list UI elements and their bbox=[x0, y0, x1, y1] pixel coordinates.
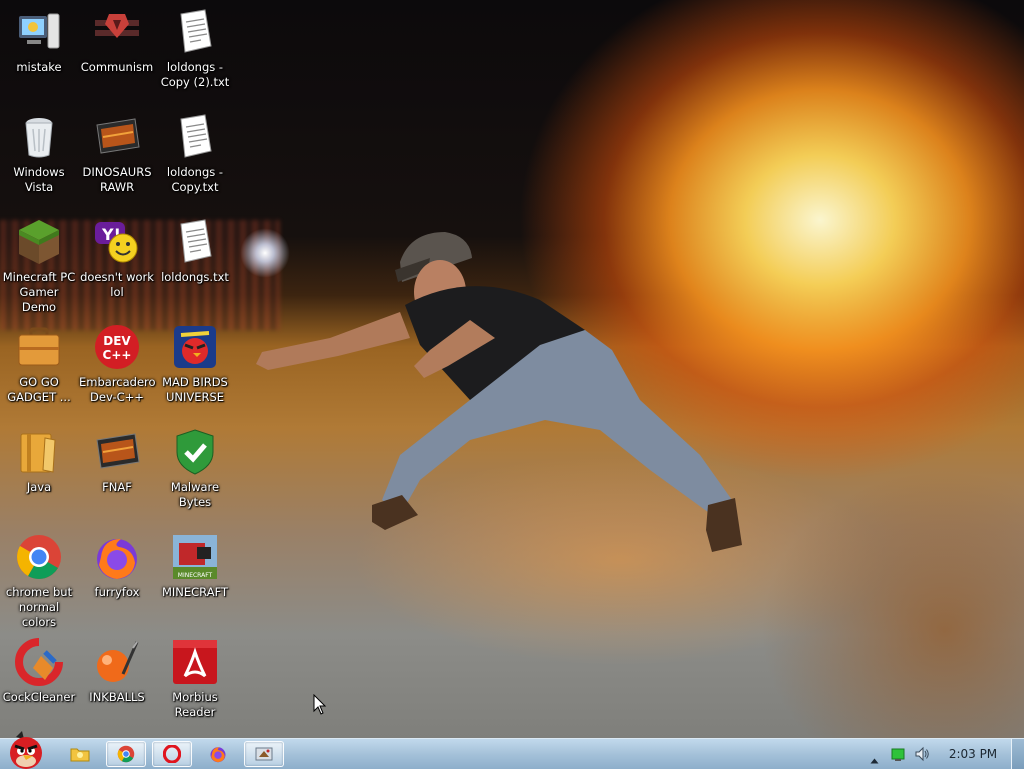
dev-cpp-icon: DEV C++ bbox=[93, 323, 141, 371]
taskbar-firefox-button[interactable] bbox=[198, 741, 238, 767]
desktop-icon-morbius-reader[interactable]: Morbius Reader bbox=[157, 632, 233, 720]
desktop-icon-label: INKBALLS bbox=[89, 690, 145, 704]
desktop-icon-label: MINECRAFT bbox=[161, 585, 229, 599]
taskbar-app-button[interactable] bbox=[244, 741, 284, 767]
yahoo-messenger-icon: Y! bbox=[93, 218, 141, 266]
app-window-icon bbox=[255, 747, 273, 761]
desktop-icon-label: Windows Vista bbox=[13, 165, 65, 194]
text-file-icon bbox=[171, 113, 219, 161]
desktop-icon-fnaf[interactable]: FNAF bbox=[79, 422, 155, 495]
desktop-icon-label: mistake bbox=[16, 60, 62, 74]
desktop-icon-furryfox[interactable]: furryfox bbox=[79, 527, 155, 600]
text-file-icon bbox=[171, 218, 219, 266]
desktop-icon-label: Malware Bytes bbox=[170, 480, 220, 509]
desktop-icon-dinosaurs-rawr[interactable]: DINOSAURS RAWR bbox=[79, 107, 155, 195]
taskbar-explorer-button[interactable] bbox=[60, 741, 100, 767]
desktop-icon-doesnt-work-lol[interactable]: Y! doesn't work lol bbox=[79, 212, 155, 300]
firefox-icon bbox=[210, 747, 226, 763]
desktop-icon-label: loldongs - Copy (2).txt bbox=[160, 60, 230, 89]
pdf-reader-icon bbox=[171, 638, 219, 686]
desktop-icon-loldongs-copy-2[interactable]: loldongs - Copy (2).txt bbox=[157, 2, 233, 90]
desktop-icon-cockcleaner[interactable]: CockCleaner bbox=[1, 632, 77, 705]
desktop-icon-label: loldongs.txt bbox=[161, 270, 229, 284]
taskbar-clock[interactable]: 2:03 PM bbox=[940, 739, 1006, 769]
recycle-bin-icon bbox=[15, 113, 63, 161]
desktop-icon-label: DINOSAURS RAWR bbox=[82, 165, 152, 194]
text-file-icon bbox=[171, 8, 219, 56]
show-desktop-button[interactable] bbox=[1011, 739, 1024, 769]
show-hidden-icon bbox=[870, 758, 879, 764]
folder-icon bbox=[70, 748, 90, 762]
desktop-icon-minecraft-pc-gamer-demo[interactable]: Minecraft PC Gamer Demo bbox=[1, 212, 77, 315]
svg-text:MINECRAFT: MINECRAFT bbox=[178, 572, 213, 579]
desktop-icon-go-go-gadget[interactable]: GO GO GADGET ... bbox=[1, 317, 77, 405]
desktop-icon-label: doesn't work lol bbox=[80, 270, 154, 299]
papers-please-icon bbox=[93, 8, 141, 56]
grass-block-icon bbox=[15, 218, 63, 266]
angry-birds-space-icon bbox=[171, 323, 219, 371]
desktop-icon-label: Java bbox=[26, 480, 52, 494]
volume-icon bbox=[915, 746, 929, 762]
desktop-icon-inkballs[interactable]: INKBALLS bbox=[79, 632, 155, 705]
desktop-icon-label: furryfox bbox=[94, 585, 140, 599]
mouse-cursor-icon bbox=[313, 694, 327, 715]
desktop-icon-label: Morbius Reader bbox=[172, 690, 218, 719]
ccleaner-icon bbox=[15, 638, 63, 686]
game-shortcut-icon bbox=[93, 113, 141, 161]
taskbar: 2:03 PM bbox=[0, 731, 1024, 769]
desktop-icon-malware-bytes[interactable]: Malware Bytes bbox=[157, 422, 233, 510]
shield-check-icon bbox=[171, 428, 219, 476]
desktop-icon-label: chrome but normal colors bbox=[5, 585, 73, 629]
computer-icon bbox=[15, 8, 63, 56]
desktop-icon-label: Communism bbox=[80, 60, 154, 74]
desktop-icon-loldongs[interactable]: loldongs.txt bbox=[157, 212, 233, 285]
desktop-icon-label: MAD BIRDS UNIVERSE bbox=[162, 375, 228, 404]
game-shortcut-icon bbox=[93, 428, 141, 476]
opera-icon bbox=[163, 745, 181, 763]
desktop-icon-label: Embarcadero Dev-C++ bbox=[79, 375, 156, 404]
desktop-icon-label: CockCleaner bbox=[2, 690, 76, 704]
show-hidden-icons-button[interactable] bbox=[870, 749, 879, 768]
desktop-icon-communism[interactable]: Communism bbox=[79, 2, 155, 75]
start-button[interactable] bbox=[2, 731, 50, 771]
briefcase-icon bbox=[15, 323, 63, 371]
minecraft-birds-icon: MINECRAFT bbox=[171, 533, 219, 581]
svg-text:C++: C++ bbox=[103, 348, 132, 362]
desktop-icon-mad-birds-universe[interactable]: MAD BIRDS UNIVERSE bbox=[157, 317, 233, 405]
desktop-icon-java[interactable]: Java bbox=[1, 422, 77, 495]
network-icon bbox=[891, 748, 905, 761]
desktop-icon-chrome-but-normal-colors[interactable]: chrome but normal colors bbox=[1, 527, 77, 630]
java-icon bbox=[15, 428, 63, 476]
inkball-icon bbox=[93, 638, 141, 686]
taskbar-chrome-button[interactable] bbox=[106, 741, 146, 767]
desktop-icon-label: GO GO GADGET ... bbox=[7, 375, 71, 404]
desktop-icon-embarcadero-dev-cpp[interactable]: DEV C++ Embarcadero Dev-C++ bbox=[79, 317, 156, 405]
taskbar-opera-button[interactable] bbox=[152, 741, 192, 767]
firefox-icon bbox=[93, 533, 141, 581]
chrome-icon bbox=[117, 745, 135, 763]
svg-text:DEV: DEV bbox=[103, 334, 131, 348]
desktop-icon-label: FNAF bbox=[102, 480, 132, 494]
desktop-icon-minecraft[interactable]: MINECRAFT MINECRAFT bbox=[157, 527, 233, 600]
desktop-icon-loldongs-copy[interactable]: loldongs - Copy.txt bbox=[157, 107, 233, 195]
desktop-icon-label: Minecraft PC Gamer Demo bbox=[2, 270, 76, 314]
desktop-icon-windows-vista[interactable]: Windows Vista bbox=[1, 107, 77, 195]
desktop-icon-mistake[interactable]: mistake bbox=[1, 2, 77, 75]
chrome-icon bbox=[15, 533, 63, 581]
angry-bird-start-icon bbox=[10, 731, 42, 769]
desktop-icon-label: loldongs - Copy.txt bbox=[166, 165, 224, 194]
tray-volume-button[interactable] bbox=[914, 746, 930, 766]
tray-network-button[interactable] bbox=[891, 747, 905, 766]
